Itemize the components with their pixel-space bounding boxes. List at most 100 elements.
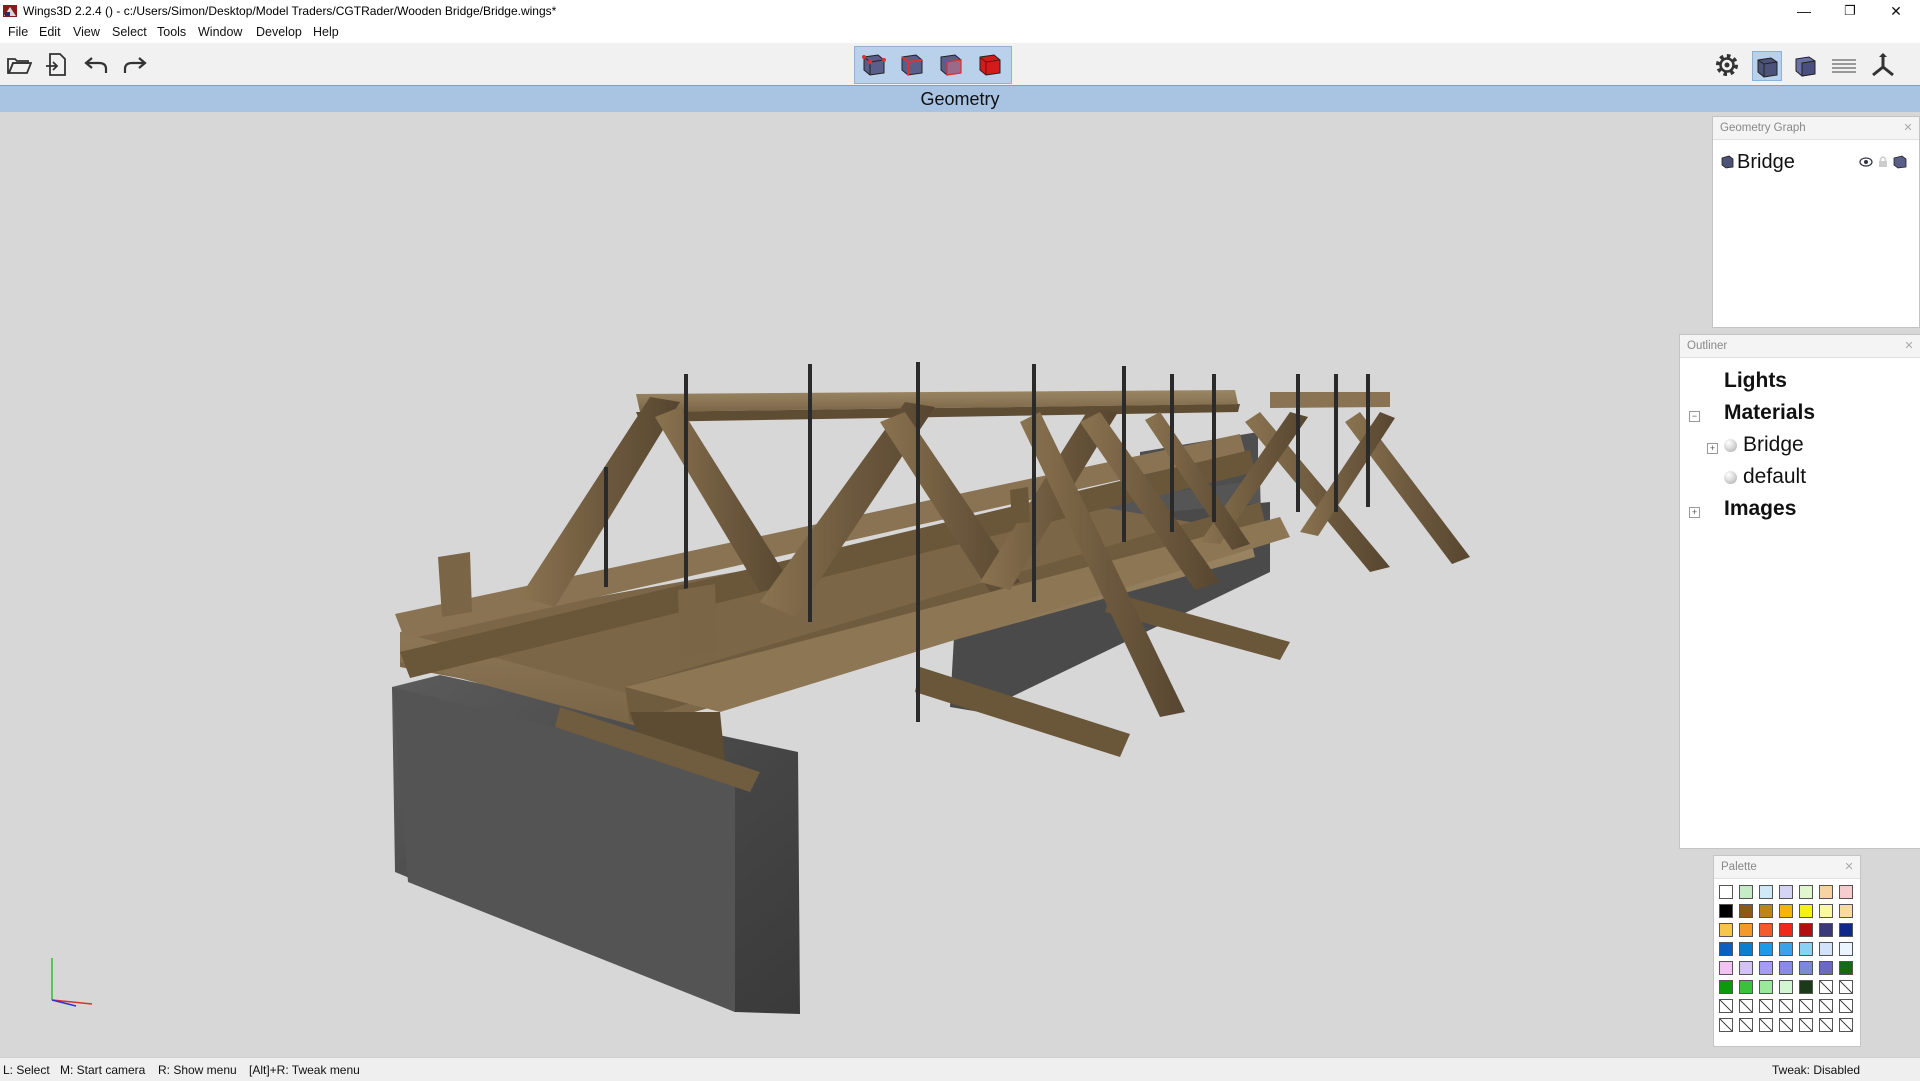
- open-folder-icon[interactable]: [5, 51, 33, 79]
- palette-swatch[interactable]: [1759, 980, 1773, 994]
- axes-icon[interactable]: [1869, 51, 1897, 79]
- lock-icon[interactable]: [1877, 155, 1889, 168]
- palette-empty-swatch[interactable]: [1759, 999, 1773, 1013]
- close-icon[interactable]: ✕: [1902, 339, 1916, 353]
- undo-icon[interactable]: [82, 51, 110, 79]
- outliner-materials[interactable]: Materials: [1724, 401, 1815, 425]
- palette-swatch[interactable]: [1799, 923, 1813, 937]
- palette-swatch[interactable]: [1719, 980, 1733, 994]
- menu-develop[interactable]: Develop: [256, 25, 302, 39]
- close-icon[interactable]: ✕: [1901, 121, 1915, 135]
- palette-swatch[interactable]: [1779, 885, 1793, 899]
- menu-bar: File Edit View Select Tools Window Devel…: [0, 22, 1920, 43]
- edge-mode-icon[interactable]: [898, 49, 926, 77]
- palette-swatch[interactable]: [1759, 942, 1773, 956]
- palette-swatch[interactable]: [1779, 942, 1793, 956]
- palette-swatch[interactable]: [1719, 904, 1733, 918]
- palette-swatch[interactable]: [1779, 904, 1793, 918]
- palette-empty-swatch[interactable]: [1719, 999, 1733, 1013]
- face-mode-icon[interactable]: [937, 49, 965, 77]
- eye-icon[interactable]: [1859, 157, 1873, 167]
- body-mode-icon[interactable]: [976, 49, 1004, 77]
- palette-swatch[interactable]: [1819, 961, 1833, 975]
- palette-swatch[interactable]: [1719, 923, 1733, 937]
- palette-empty-swatch[interactable]: [1839, 999, 1853, 1013]
- palette-empty-swatch[interactable]: [1739, 999, 1753, 1013]
- import-icon[interactable]: [43, 51, 71, 79]
- menu-help[interactable]: Help: [313, 25, 339, 39]
- palette-swatch[interactable]: [1739, 942, 1753, 956]
- menu-edit[interactable]: Edit: [39, 25, 61, 39]
- palette-empty-swatch[interactable]: [1819, 999, 1833, 1013]
- outliner-title: Outliner: [1687, 340, 1728, 352]
- palette-swatch[interactable]: [1839, 885, 1853, 899]
- palette-empty-swatch[interactable]: [1819, 980, 1833, 994]
- menu-window[interactable]: Window: [198, 25, 242, 39]
- palette-swatch[interactable]: [1759, 904, 1773, 918]
- palette-swatch[interactable]: [1739, 885, 1753, 899]
- palette-swatch[interactable]: [1719, 942, 1733, 956]
- palette-empty-swatch[interactable]: [1759, 1018, 1773, 1032]
- palette-swatch[interactable]: [1839, 904, 1853, 918]
- close-icon[interactable]: ✕: [1842, 860, 1856, 874]
- maximize-button[interactable]: ❐: [1827, 0, 1873, 22]
- menu-view[interactable]: View: [73, 25, 100, 39]
- palette-swatch[interactable]: [1819, 942, 1833, 956]
- palette-swatch[interactable]: [1739, 923, 1753, 937]
- palette-empty-swatch[interactable]: [1819, 1018, 1833, 1032]
- menu-select[interactable]: Select: [112, 25, 147, 39]
- palette-swatch[interactable]: [1799, 961, 1813, 975]
- minimize-button[interactable]: —: [1781, 0, 1827, 22]
- palette-swatch[interactable]: [1739, 904, 1753, 918]
- redo-icon[interactable]: [121, 51, 149, 79]
- palette-empty-swatch[interactable]: [1779, 1018, 1793, 1032]
- palette-swatch[interactable]: [1739, 980, 1753, 994]
- geometry-object-row[interactable]: Bridge: [1721, 151, 1911, 175]
- collapse-icon[interactable]: −: [1689, 411, 1700, 422]
- vertex-mode-icon[interactable]: [860, 49, 888, 77]
- expand-icon[interactable]: +: [1707, 443, 1718, 454]
- palette-swatch[interactable]: [1779, 923, 1793, 937]
- palette-swatch[interactable]: [1759, 961, 1773, 975]
- palette-swatch[interactable]: [1739, 961, 1753, 975]
- palette-empty-swatch[interactable]: [1839, 1018, 1853, 1032]
- close-button[interactable]: ✕: [1873, 0, 1919, 22]
- flat-shaded-icon[interactable]: [1791, 51, 1819, 79]
- palette-swatch[interactable]: [1719, 885, 1733, 899]
- menu-file[interactable]: File: [8, 25, 28, 39]
- palette-empty-swatch[interactable]: [1719, 1018, 1733, 1032]
- palette-empty-swatch[interactable]: [1779, 999, 1793, 1013]
- palette-swatch[interactable]: [1759, 923, 1773, 937]
- palette-swatch[interactable]: [1779, 961, 1793, 975]
- geometry-viewport[interactable]: [0, 112, 1920, 1056]
- palette-empty-swatch[interactable]: [1739, 1018, 1753, 1032]
- geometry-graph-title: Geometry Graph: [1720, 122, 1806, 134]
- palette-swatch[interactable]: [1719, 961, 1733, 975]
- outliner-lights[interactable]: Lights: [1724, 369, 1787, 393]
- palette-swatch[interactable]: [1839, 923, 1853, 937]
- material-item-default[interactable]: default: [1743, 465, 1806, 489]
- ground-plane-icon[interactable]: [1830, 51, 1858, 79]
- palette-swatch[interactable]: [1819, 885, 1833, 899]
- palette-swatch[interactable]: [1779, 980, 1793, 994]
- palette-swatch[interactable]: [1839, 961, 1853, 975]
- palette-empty-swatch[interactable]: [1839, 980, 1853, 994]
- settings-gear-icon[interactable]: [1713, 51, 1741, 79]
- expand-icon[interactable]: +: [1689, 507, 1700, 518]
- outliner-images[interactable]: Images: [1724, 497, 1796, 521]
- material-item-bridge[interactable]: Bridge: [1743, 433, 1804, 457]
- palette-swatch[interactable]: [1819, 923, 1833, 937]
- palette-swatch[interactable]: [1799, 980, 1813, 994]
- palette-swatch[interactable]: [1759, 885, 1773, 899]
- status-right-menu: R: Show menu: [158, 1063, 237, 1077]
- palette-empty-swatch[interactable]: [1799, 999, 1813, 1013]
- palette-swatch[interactable]: [1799, 942, 1813, 956]
- palette-swatch[interactable]: [1819, 904, 1833, 918]
- smooth-shaded-icon[interactable]: [1752, 51, 1782, 81]
- palette-swatch[interactable]: [1799, 885, 1813, 899]
- palette-swatch[interactable]: [1799, 904, 1813, 918]
- cube-icon[interactable]: [1893, 155, 1907, 169]
- palette-empty-swatch[interactable]: [1799, 1018, 1813, 1032]
- menu-tools[interactable]: Tools: [157, 25, 186, 39]
- palette-swatch[interactable]: [1839, 942, 1853, 956]
